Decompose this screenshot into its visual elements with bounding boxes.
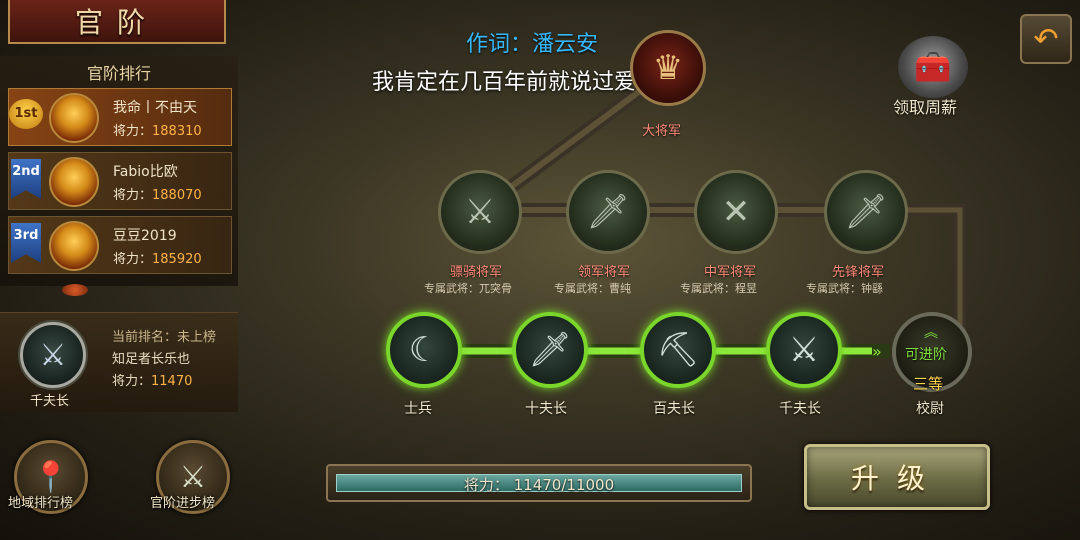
power-value: 188310 xyxy=(152,124,202,139)
general-title: 先锋将军 xyxy=(832,265,885,280)
general-node-1[interactable]: ⚔ xyxy=(438,170,522,254)
avatar xyxy=(49,221,99,271)
general-title: 骠骑将军 xyxy=(450,265,503,280)
general-node-3[interactable]: ✕ xyxy=(694,170,778,254)
tier-node-1[interactable]: ☾ xyxy=(386,312,462,388)
upgrade-button[interactable]: 升级 xyxy=(804,444,990,510)
crossed-swords-icon: ⚔ xyxy=(464,192,496,232)
power-value: 188070 xyxy=(152,188,202,203)
ranking-row-1[interactable]: 1st 我命丨不由天 将力：188310 xyxy=(8,88,232,146)
advance-available-label: 可进阶 xyxy=(905,347,947,363)
ranking-row-2[interactable]: 2nd Fabio比欧 将力：188070 xyxy=(8,152,232,210)
progress-ranking-label: 官阶进步榜 xyxy=(150,496,216,511)
page-title: 官阶 xyxy=(8,0,226,44)
tier-label: 千夫长 xyxy=(779,401,821,417)
tier-label: 十夫长 xyxy=(525,401,567,417)
ranking-title: 官阶排行 xyxy=(86,64,151,83)
current-rank-value: 未上榜 xyxy=(177,330,217,345)
ranking-row-3[interactable]: 3rd 豆豆2019 将力：185920 xyxy=(8,216,232,274)
tier-label: 百夫长 xyxy=(653,401,695,417)
supreme-general-title: 大将军 xyxy=(642,124,682,139)
current-rank-line: 当前排名：未上榜 xyxy=(112,326,216,345)
general-node-4[interactable]: 🗡 xyxy=(824,170,908,254)
crossed-swords-icon: ✕ xyxy=(721,192,751,232)
general-node-2[interactable]: 🗡 xyxy=(566,170,650,254)
tier-node-4[interactable]: ⚔ xyxy=(766,312,842,388)
tier-label: 士兵 xyxy=(404,401,432,417)
avatar xyxy=(49,93,99,143)
current-power-line: 将力：11470 xyxy=(112,370,192,389)
tier-node-2[interactable]: 🗡 xyxy=(512,312,588,388)
current-power-value: 11470 xyxy=(151,374,193,389)
swords-icon: 🗡 xyxy=(586,192,630,232)
sickle-icon: ☾ xyxy=(408,330,440,370)
crown-icon: ♛ xyxy=(652,48,684,88)
svg-text:»: » xyxy=(872,342,882,361)
rank-badge-3: 3rd xyxy=(11,223,41,263)
general-title: 领军将军 xyxy=(578,265,631,280)
next-rank-name: 校尉 xyxy=(916,401,944,417)
current-rank-label: 当前排名： xyxy=(112,330,178,345)
ranking-name: 我命丨不由天 xyxy=(113,100,197,116)
weekly-salary-button[interactable]: 🧰 xyxy=(898,36,968,98)
ranking-power: 将力：188310 xyxy=(113,120,202,139)
general-exclusive-hero: 专属武将：程昱 xyxy=(680,282,757,295)
rank-badge-1: 1st xyxy=(9,99,43,129)
power-label: 将力： xyxy=(113,252,153,267)
treasure-chest-icon: 🧰 xyxy=(914,49,952,85)
supreme-general-node[interactable]: ♛ xyxy=(630,30,706,106)
next-rank-grade: 三等 xyxy=(913,375,944,393)
crossed-swords-icon: ⚔ xyxy=(179,459,207,495)
power-label: 将力： xyxy=(113,188,153,203)
general-exclusive-hero: 专属武将：曹纯 xyxy=(554,282,631,295)
lyric-author: 作词：潘云安 xyxy=(466,32,599,57)
sword-icon: 🗡 xyxy=(844,192,888,232)
power-label: 将力： xyxy=(113,124,153,139)
power-progress-text: 将力： 11470/11000 xyxy=(463,476,615,494)
avatar xyxy=(49,157,99,207)
ranking-name: 豆豆2019 xyxy=(113,228,177,244)
back-arrow-icon: ↶ xyxy=(1033,21,1059,57)
current-power-label: 将力： xyxy=(112,374,152,389)
back-button[interactable]: ↶ xyxy=(1020,14,1072,64)
regional-ranking-label: 地域排行榜 xyxy=(8,496,74,511)
weekly-salary-label: 领取周薪 xyxy=(893,98,958,117)
power-value: 185920 xyxy=(152,252,202,267)
general-exclusive-hero: 专属武将：钟繇 xyxy=(806,282,883,295)
general-title: 中军将军 xyxy=(704,265,757,280)
map-pin-icon: 📍 xyxy=(32,459,70,495)
rank-badge-2: 2nd xyxy=(11,159,41,199)
general-exclusive-hero: 专属武将：兀突骨 xyxy=(424,282,512,295)
sword-icon: ⚔ xyxy=(788,330,820,370)
sword-emblem-icon: ⚔ xyxy=(20,322,86,388)
lyric-line: 我肯定在几百年前就说过爱你 xyxy=(372,70,659,95)
chevron-up-icon: ︽ xyxy=(924,325,938,341)
ranking-name: Fabio比欧 xyxy=(113,164,178,180)
pickaxe-icon: ⛏ xyxy=(656,330,700,370)
dagger-icon: 🗡 xyxy=(528,330,572,370)
ranking-power: 将力：188070 xyxy=(113,184,202,203)
ranking-power: 将力：185920 xyxy=(113,248,202,267)
tier-node-3[interactable]: ⛏ xyxy=(640,312,716,388)
current-emblem-title: 千夫长 xyxy=(30,394,70,409)
divider-gem xyxy=(62,284,88,296)
player-name: 知足者长乐也 xyxy=(112,352,191,367)
